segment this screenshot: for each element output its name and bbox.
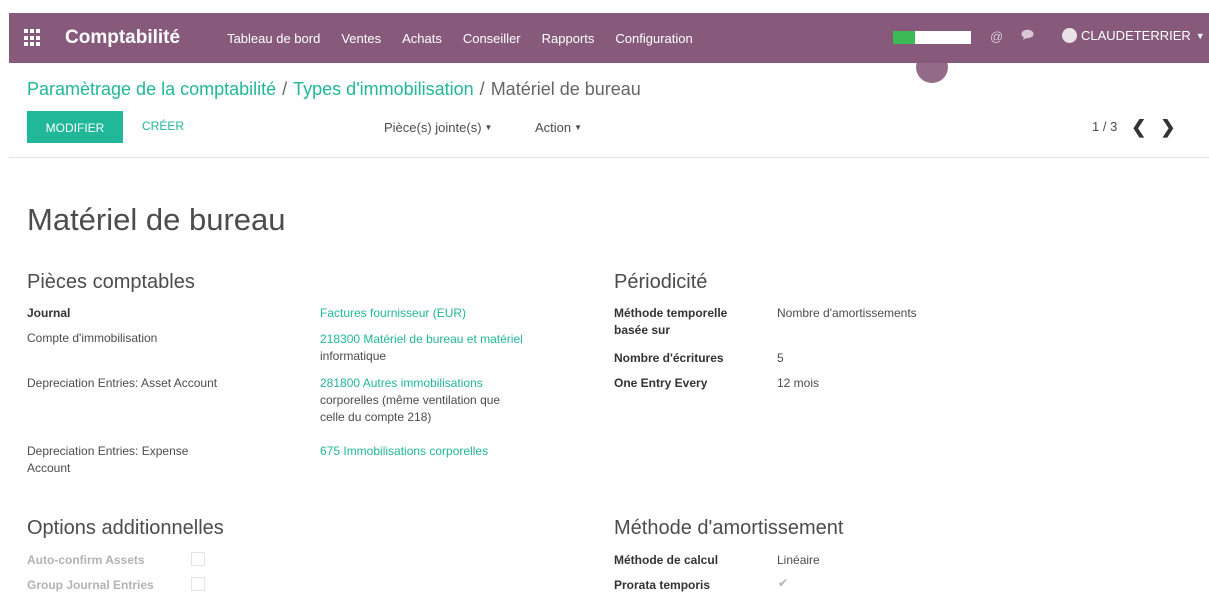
edit-button[interactable]: MODIFIER xyxy=(27,111,123,143)
menu-item-configuration[interactable]: Configuration xyxy=(615,31,692,46)
user-menu[interactable]: CLAUDETERRIER ▼ xyxy=(1062,28,1205,43)
caret-down-icon: ▼ xyxy=(1195,30,1205,41)
time-method-label-line2: basée sur xyxy=(614,323,671,337)
pager-value[interactable]: 1 / 3 xyxy=(1092,119,1117,134)
breadcrumb-current: Matériel de bureau xyxy=(490,79,641,99)
action-label: Action xyxy=(535,120,572,135)
field-value-depreciation-asset-account: 281800 Autres immobilisations corporelle… xyxy=(320,375,580,426)
section-title-journal: Pièces comptables xyxy=(27,271,195,293)
field-label-prorata: Prorata temporis xyxy=(614,578,711,592)
pager: 1 / 3 ❮ ❯ xyxy=(1092,118,1175,136)
expense-account-label-line2: Account xyxy=(27,461,71,475)
chevron-left-icon[interactable]: ❮ xyxy=(1131,118,1146,136)
caret-down-icon: ▼ xyxy=(484,123,493,132)
progress-bar[interactable] xyxy=(893,31,971,44)
section-title-options: Options additionnelles xyxy=(27,517,224,539)
expense-account-label-line1: Depreciation Entries: Expense xyxy=(27,444,189,458)
section-title-periodicity: Périodicité xyxy=(614,271,708,293)
depreciation-asset-account-line2: corporelles (même ventilation que xyxy=(320,393,501,407)
group-entries-checkbox[interactable] xyxy=(191,577,205,591)
chevron-right-icon[interactable]: ❯ xyxy=(1160,118,1175,136)
attachments-label: Pièce(s) jointe(s) xyxy=(384,120,482,135)
at-icon[interactable]: @ xyxy=(990,29,1003,44)
breadcrumb-separator: / xyxy=(479,79,485,99)
breadcrumb: Paramètrage de la comptabilité / Types d… xyxy=(27,79,641,100)
control-panel: Paramètrage de la comptabilité / Types d… xyxy=(9,51,1209,158)
asset-account-line2: informatique xyxy=(320,349,387,363)
field-value-journal: Factures fournisseur (EUR) xyxy=(320,305,466,322)
menu-item-sales[interactable]: Ventes xyxy=(341,31,381,46)
field-value-expense-account: 675 Immobilisations corporelles xyxy=(320,443,488,460)
apps-grid-icon[interactable] xyxy=(24,29,42,47)
top-navbar: Comptabilité Tableau de bord Ventes Acha… xyxy=(9,13,1209,63)
field-label-journal: Journal xyxy=(27,306,71,320)
attachments-dropdown[interactable]: Pièce(s) jointe(s) ▼ xyxy=(384,120,492,135)
asset-account-link[interactable]: 218300 Matériel de bureau et matériel xyxy=(320,332,523,346)
field-label-depreciation-asset-account: Depreciation Entries: Asset Account xyxy=(27,376,218,390)
field-label-entries-count: Nombre d'écritures xyxy=(614,351,724,365)
breadcrumb-accounting-settings[interactable]: Paramètrage de la comptabilité xyxy=(27,79,276,100)
field-value-computation-method[interactable]: Linéaire xyxy=(777,552,820,569)
journal-link[interactable]: Factures fournisseur (EUR) xyxy=(320,306,466,320)
caret-down-icon: ▼ xyxy=(574,123,583,132)
field-label-computation-method: Méthode de calcul xyxy=(614,553,719,567)
section-title-depreciation: Méthode d'amortissement xyxy=(614,517,844,539)
menu-item-purchases[interactable]: Achats xyxy=(402,31,442,46)
record-title: Matériel de bureau xyxy=(27,202,286,237)
menu-item-dashboard[interactable]: Tableau de bord xyxy=(227,31,320,46)
create-button[interactable]: CRÉER xyxy=(142,119,184,133)
user-name: CLAUDETERRIER xyxy=(1081,28,1191,43)
depreciation-asset-account-link[interactable]: 281800 Autres immobilisations xyxy=(320,376,483,390)
field-label-asset-account: Compte d'immobilisation xyxy=(27,331,158,345)
field-value-entries-count[interactable]: 5 xyxy=(777,350,784,367)
menu-item-reports[interactable]: Rapports xyxy=(542,31,595,46)
prorata-check-icon[interactable]: ✔ xyxy=(778,576,788,590)
user-avatar-icon xyxy=(1062,28,1077,43)
notification-dot xyxy=(916,51,948,83)
auto-confirm-checkbox[interactable] xyxy=(191,552,205,566)
app-title[interactable]: Comptabilité xyxy=(65,27,180,49)
menu-item-adviser[interactable]: Conseiller xyxy=(463,31,521,46)
form-sheet: Matériel de bureau Pièces comptables Jou… xyxy=(0,158,1209,601)
chat-icon[interactable] xyxy=(1021,29,1034,44)
field-value-time-method[interactable]: Nombre d'amortissements xyxy=(777,305,917,322)
depreciation-asset-account-line3: celle du compte 218) xyxy=(320,410,432,424)
field-label-time-method: Méthode temporelle basée sur xyxy=(614,305,764,339)
field-label-auto-confirm: Auto-confirm Assets xyxy=(27,553,145,567)
time-method-label-line1: Méthode temporelle xyxy=(614,306,728,320)
field-value-asset-account: 218300 Matériel de bureau et matériel in… xyxy=(320,331,580,365)
action-dropdown[interactable]: Action ▼ xyxy=(535,120,582,135)
field-label-entry-frequency: One Entry Every xyxy=(614,376,708,390)
field-label-group-entries: Group Journal Entries xyxy=(27,578,154,592)
expense-account-link[interactable]: 675 Immobilisations corporelles xyxy=(320,444,488,458)
breadcrumb-asset-types[interactable]: Types d'immobilisation xyxy=(293,79,474,100)
progress-fill xyxy=(893,31,915,44)
field-label-expense-account: Depreciation Entries: Expense Account xyxy=(27,443,188,477)
breadcrumb-separator: / xyxy=(282,79,288,99)
main-menu: Tableau de bord Ventes Achats Conseiller… xyxy=(227,31,714,46)
field-value-entry-frequency[interactable]: 12 mois xyxy=(777,375,819,392)
